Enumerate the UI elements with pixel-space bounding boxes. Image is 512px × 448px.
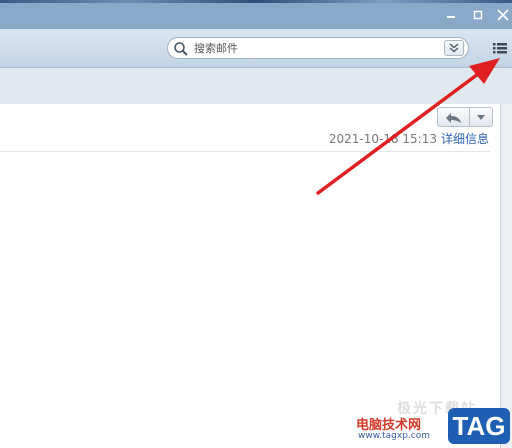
search-box[interactable]: [167, 37, 469, 59]
maximize-button[interactable]: [468, 6, 488, 24]
double-chevron-down-icon: [449, 43, 459, 53]
close-button[interactable]: [493, 6, 512, 24]
watermark: 极光下载站 电脑技术网 www.tagxp.com TAG: [356, 392, 512, 448]
close-icon: [497, 9, 509, 21]
list-menu-icon[interactable]: [491, 39, 509, 57]
watermark-url: www.tagxp.com: [358, 431, 430, 441]
more-actions-button[interactable]: [469, 107, 493, 127]
maximize-icon: [473, 10, 483, 20]
reply-icon: [445, 113, 461, 123]
details-link[interactable]: 详细信息: [441, 132, 489, 146]
search-icon: [174, 42, 188, 56]
triangle-down-icon: [477, 115, 485, 120]
search-filter-button[interactable]: [444, 40, 464, 56]
toolbar: [0, 29, 512, 68]
sub-toolbar: [0, 68, 512, 104]
header-divider: [0, 151, 490, 152]
message-date-line: 2021-10-18 15:13 详细信息: [329, 130, 489, 147]
search-input[interactable]: [194, 39, 434, 57]
watermark-tag-badge: TAG: [448, 408, 510, 444]
message-date: 2021-10-18 15:13: [328, 132, 437, 146]
minimize-icon: [447, 16, 455, 18]
minimize-button[interactable]: [441, 6, 461, 24]
title-bar: [0, 3, 512, 29]
reply-button[interactable]: [437, 107, 470, 127]
